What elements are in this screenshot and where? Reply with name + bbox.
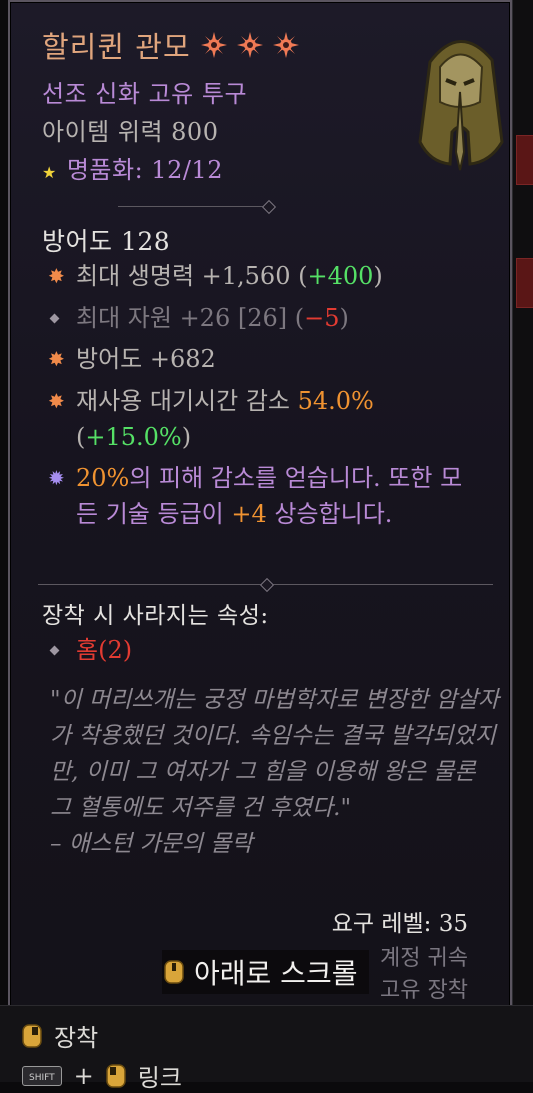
flavor-text: "이 머리쓰개는 궁정 마법학자로 변장한 암살자가 착용했던 것이다. 속임수… — [50, 682, 500, 862]
action-bar: 장착 SHIFT + 링크 — [0, 1005, 533, 1092]
plus-sign: + — [73, 1061, 94, 1090]
side-red-marker — [516, 135, 533, 185]
ancestral-sigil-icon — [236, 32, 263, 58]
affix-row: ✸ 재사용 대기시간 감소 54.0% (+15.0%) — [48, 383, 476, 455]
link-label: 링크 — [137, 1064, 182, 1092]
item-name: 할리퀸 관모 — [42, 30, 191, 64]
masterwork-value: 명품화: 12/12 — [66, 156, 223, 184]
mouse-button-icon — [164, 960, 184, 984]
link-action[interactable]: SHIFT + 링크 — [22, 1058, 182, 1093]
divider — [118, 206, 268, 207]
greater-affix-icon: ✸ — [48, 389, 65, 413]
socket-row: 홈(2) — [48, 632, 476, 668]
divider-gem — [261, 199, 277, 215]
divider-gem — [259, 577, 275, 593]
socket-value: 홈(2) — [76, 636, 133, 664]
equip-action[interactable]: 장착 — [22, 1018, 98, 1053]
unique-power: ✹ 20%의 피해 감소를 얻습니다. 또한 모든 기술 등급이 +4 상승합니… — [48, 460, 476, 532]
affix-row: ✸ 방어도 +682 — [48, 341, 476, 377]
account-bound: 계정 귀속 — [380, 946, 468, 971]
item-tooltip: 할리퀸 관모 선조 신화 고유 투구 아이템 위력 800 ★ 명품화: 12/1… — [8, 0, 512, 1009]
masterwork-line: ★ 명품화: 12/12 — [42, 150, 223, 185]
lost-affixes-header: 장착 시 사라지는 속성: — [42, 603, 269, 629]
scroll-down-hint[interactable]: 아래로 스크롤 — [162, 950, 370, 994]
diamond-bullet-icon — [49, 645, 60, 656]
affix-row: ✸ 최대 생명력 +1,560 (+400) — [48, 258, 476, 294]
flavor-source: – 애스턴 가문의 몰락 — [50, 831, 253, 857]
defense-rating: 방어도 128 — [42, 227, 171, 256]
side-red-marker — [516, 258, 533, 308]
unique-power-icon: ✹ — [48, 466, 65, 490]
equip-label: 장착 — [54, 1024, 99, 1052]
flavor-quote: "이 머리쓰개는 궁정 마법학자로 변장한 암살자가 착용했던 것이다. 속임수… — [50, 687, 500, 821]
mouse-button-icon — [22, 1023, 42, 1048]
mouse-button-icon — [106, 1063, 126, 1088]
item-type: 선조 신화 고유 투구 — [42, 80, 248, 108]
item-power: 아이템 위력 800 — [42, 118, 219, 146]
unique-equipped: 고유 장착 — [380, 978, 468, 1003]
scroll-hint-label: 아래로 스크롤 — [194, 957, 358, 990]
shift-key-icon: SHIFT — [22, 1065, 62, 1086]
required-level: 요구 레벨: 35 — [331, 911, 468, 937]
ancestral-sigil-icon — [272, 32, 299, 58]
helmet-image — [418, 40, 504, 171]
title-row: 할리퀸 관모 — [42, 24, 299, 66]
affix-row: 최대 자원 +26 [26] (−5) — [48, 300, 476, 336]
greater-affix-icon: ✸ — [48, 264, 65, 288]
ancestral-sigil-icon — [200, 32, 227, 58]
diamond-bullet-icon — [49, 313, 60, 324]
star-icon: ★ — [42, 163, 57, 182]
greater-affix-icon: ✸ — [48, 347, 65, 371]
